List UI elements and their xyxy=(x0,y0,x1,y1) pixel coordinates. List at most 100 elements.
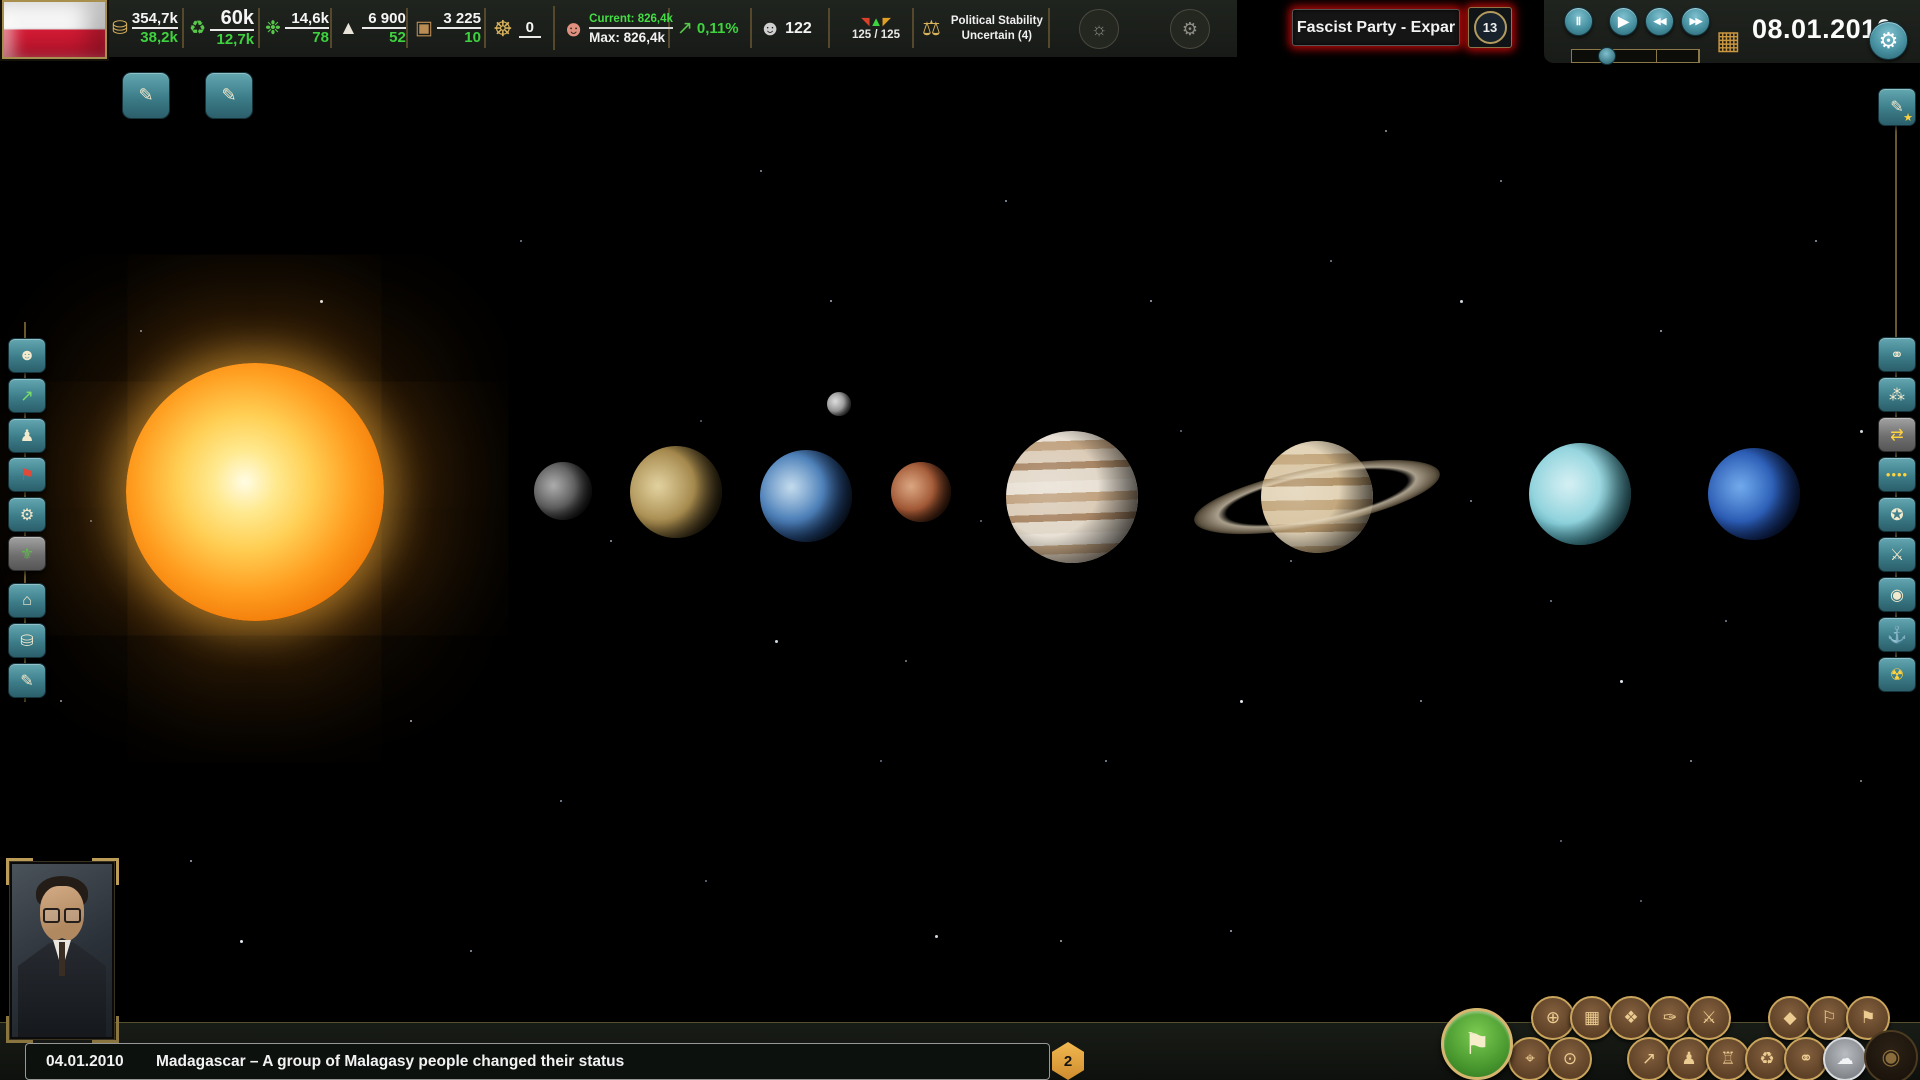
play-button[interactable]: ▶ xyxy=(1609,7,1638,36)
sidebar-left-budget[interactable]: ⛁ xyxy=(8,623,46,658)
idea-lightbulb-button[interactable]: ☼ xyxy=(1079,9,1119,49)
leader-portrait[interactable] xyxy=(10,862,114,1039)
moon xyxy=(827,392,851,416)
recycle-arrows-icon: ♻ xyxy=(1759,1049,1775,1068)
sidebar-right-navy[interactable]: ⚓ xyxy=(1878,617,1916,652)
sidebar-right-trade[interactable]: ⇄ xyxy=(1878,417,1916,452)
sidebar-right-diplomacy[interactable]: ⚭ xyxy=(1878,337,1916,372)
capacity-group[interactable]: ◥ ▲ ◤ 125 / 125 xyxy=(844,0,908,57)
stability-label: Political Stability xyxy=(950,14,1043,27)
money-total: 354,7k xyxy=(131,10,178,29)
sidebar-right-espionage[interactable]: ◉ xyxy=(1878,577,1916,612)
settings-button[interactable]: ⚙ xyxy=(1869,21,1908,60)
fast-forward-button[interactable]: ▶▶ xyxy=(1681,7,1710,36)
speed-slider-knob[interactable] xyxy=(1598,47,1616,65)
sidebar-left-population[interactable]: ♟ xyxy=(8,418,46,453)
growth-group[interactable]: ↗ 0,11% xyxy=(677,0,739,57)
news-count: 2 xyxy=(1063,1052,1073,1070)
food-crystal-icon: ❉ xyxy=(265,18,281,39)
game-speed-slider[interactable] xyxy=(1571,47,1700,65)
resource-food[interactable]: ❉ 14,6k 78 xyxy=(265,0,329,57)
planet-mercury xyxy=(534,462,592,520)
rewind-button[interactable]: ◀◀ xyxy=(1645,7,1674,36)
bar-chart-icon: ↗ xyxy=(1641,1049,1657,1068)
sidebar-right-covert-ops[interactable]: •••• xyxy=(1878,457,1916,492)
ruling-party-label: Fascist Party - Expar xyxy=(1296,18,1456,36)
puzzle-map-mode-button[interactable]: ❖ xyxy=(1609,996,1653,1040)
planet-neptune xyxy=(1708,448,1800,540)
puzzle-icon: ❖ xyxy=(1623,1008,1639,1027)
cpu-chip-icon: ▦ xyxy=(1583,1008,1601,1027)
portrait-frame-corner xyxy=(6,1016,33,1043)
relations-map-mode-button[interactable]: ⚭ xyxy=(1784,1037,1828,1080)
tri-arrows-icon: ◥ ▲ ◤ xyxy=(861,13,891,29)
resource-shipping[interactable]: ☸ 0 xyxy=(493,0,541,57)
sidebar-right-nuclear[interactable]: ☢ xyxy=(1878,657,1916,692)
sidebar-right-organizations[interactable]: ⁂ xyxy=(1878,377,1916,412)
government-map-mode-button[interactable]: ♖ xyxy=(1706,1037,1750,1080)
power-map-mode-button[interactable]: ⊙ xyxy=(1548,1037,1592,1080)
scroll-quill-icon: ✎ xyxy=(221,85,237,105)
goods-income: 10 xyxy=(464,29,481,46)
map-paint-flag-button[interactable]: ⚑ xyxy=(1441,1008,1513,1080)
paint-flag-icon: ⚑ xyxy=(1463,1027,1491,1061)
resources-map-mode-button[interactable]: ◆ xyxy=(1768,996,1812,1040)
resource-money[interactable]: ⛁ 354,7k 38,2k xyxy=(112,0,178,57)
sidebar-left-achievements[interactable]: ⚜ xyxy=(8,536,46,571)
stability-group[interactable]: ⚖ Political Stability Uncertain (4) xyxy=(922,0,1045,57)
starred-treaty-button[interactable]: ✎ ★ xyxy=(1878,88,1916,126)
sidebar-left-construction[interactable]: ⌂ xyxy=(8,583,46,618)
overlay-globe-button[interactable]: ◉ xyxy=(1864,1030,1918,1080)
edict-scroll-button-1[interactable]: ✎ xyxy=(122,72,170,119)
star-icon: ★ xyxy=(1903,112,1913,124)
resource-minerals[interactable]: ▲ 6 900 52 xyxy=(339,0,406,57)
pause-button[interactable]: Ⅱ xyxy=(1564,7,1593,36)
edict-scroll-button-2[interactable]: ✎ xyxy=(205,72,253,119)
planet-venus xyxy=(630,446,722,538)
sidebar-left-government[interactable]: ☻ xyxy=(8,338,46,373)
flag-pole-icon: ⚑ xyxy=(1860,1008,1876,1027)
weather-map-mode-button[interactable]: ☁ xyxy=(1823,1037,1867,1080)
resource-goods[interactable]: ▣ 3 225 10 xyxy=(415,0,481,57)
population-crowd-icon: ☻ xyxy=(562,15,586,41)
conversion-income: 12,7k xyxy=(216,31,255,48)
pause-icon: Ⅱ xyxy=(1575,16,1582,28)
game-root: ⛁ 354,7k 38,2k ♻ 60k 12,7k ❉ 14,6k 78 ▲ … xyxy=(0,0,1920,1080)
population-map-mode-button[interactable]: ♟ xyxy=(1667,1037,1711,1080)
calendar-icon: ▦ xyxy=(1716,25,1741,55)
sidebar-left-economy[interactable]: ↗ xyxy=(8,378,46,413)
cycle-map-mode-button[interactable]: ♻ xyxy=(1745,1037,1789,1080)
statistics-map-mode-button[interactable]: ↗ xyxy=(1627,1037,1671,1080)
sidebar-right-wars[interactable]: ⚔ xyxy=(1878,537,1916,572)
globe-swords-icon: ⚔ xyxy=(1889,546,1905,564)
planet-uranus xyxy=(1529,443,1631,545)
claims-map-mode-button[interactable]: ⚐ xyxy=(1807,996,1851,1040)
sidebar-left-laws[interactable]: ✎ xyxy=(8,663,46,698)
globe-eye-icon: ◉ xyxy=(1881,1044,1901,1069)
resource-conversion[interactable]: ♻ 60k 12,7k xyxy=(189,0,255,57)
sidebar-left-research[interactable]: ⚙ xyxy=(8,497,46,532)
military-map-mode-button[interactable]: ⚔ xyxy=(1687,996,1731,1040)
sidebar-right-military[interactable]: ✪ xyxy=(1878,497,1916,532)
news-ticker[interactable]: 04.01.2010 Madagascar – A group of Malag… xyxy=(25,1043,1050,1080)
population-group[interactable]: ☻ Current: 826,4k Max: 826,4k xyxy=(562,0,673,57)
agreements-map-mode-button[interactable]: ✑ xyxy=(1648,996,1692,1040)
submarine-icon: ⚓ xyxy=(1887,626,1907,644)
ruling-party-button[interactable]: Fascist Party - Expar xyxy=(1292,9,1460,46)
advisors-group[interactable]: ☻ 122 xyxy=(759,0,812,57)
idea-lightbulb-gear-button[interactable]: ⚙ xyxy=(1170,9,1210,49)
ship-wheel-icon: ☸ xyxy=(493,15,513,41)
party-badge-count: 13 xyxy=(1473,11,1507,44)
minerals-total: 6 900 xyxy=(361,10,406,29)
globe-map-mode-button[interactable]: ⊕ xyxy=(1531,996,1575,1040)
terrain-map-mode-button[interactable]: ⌖ xyxy=(1508,1037,1552,1080)
party-badge-button[interactable]: 13 xyxy=(1468,7,1512,48)
technology-map-mode-button[interactable]: ▦ xyxy=(1570,996,1614,1040)
scroll-quill-icon: ✎ xyxy=(138,85,154,105)
house-wrench-icon: ⌂ xyxy=(22,591,32,609)
play-icon: ▶ xyxy=(1618,13,1629,29)
country-flag-poland[interactable] xyxy=(0,0,109,61)
growth-value: 0,11% xyxy=(696,20,739,37)
head-silhouette-icon: ☻ xyxy=(759,17,782,40)
sidebar-left-territory[interactable]: ⚑ xyxy=(8,457,46,492)
